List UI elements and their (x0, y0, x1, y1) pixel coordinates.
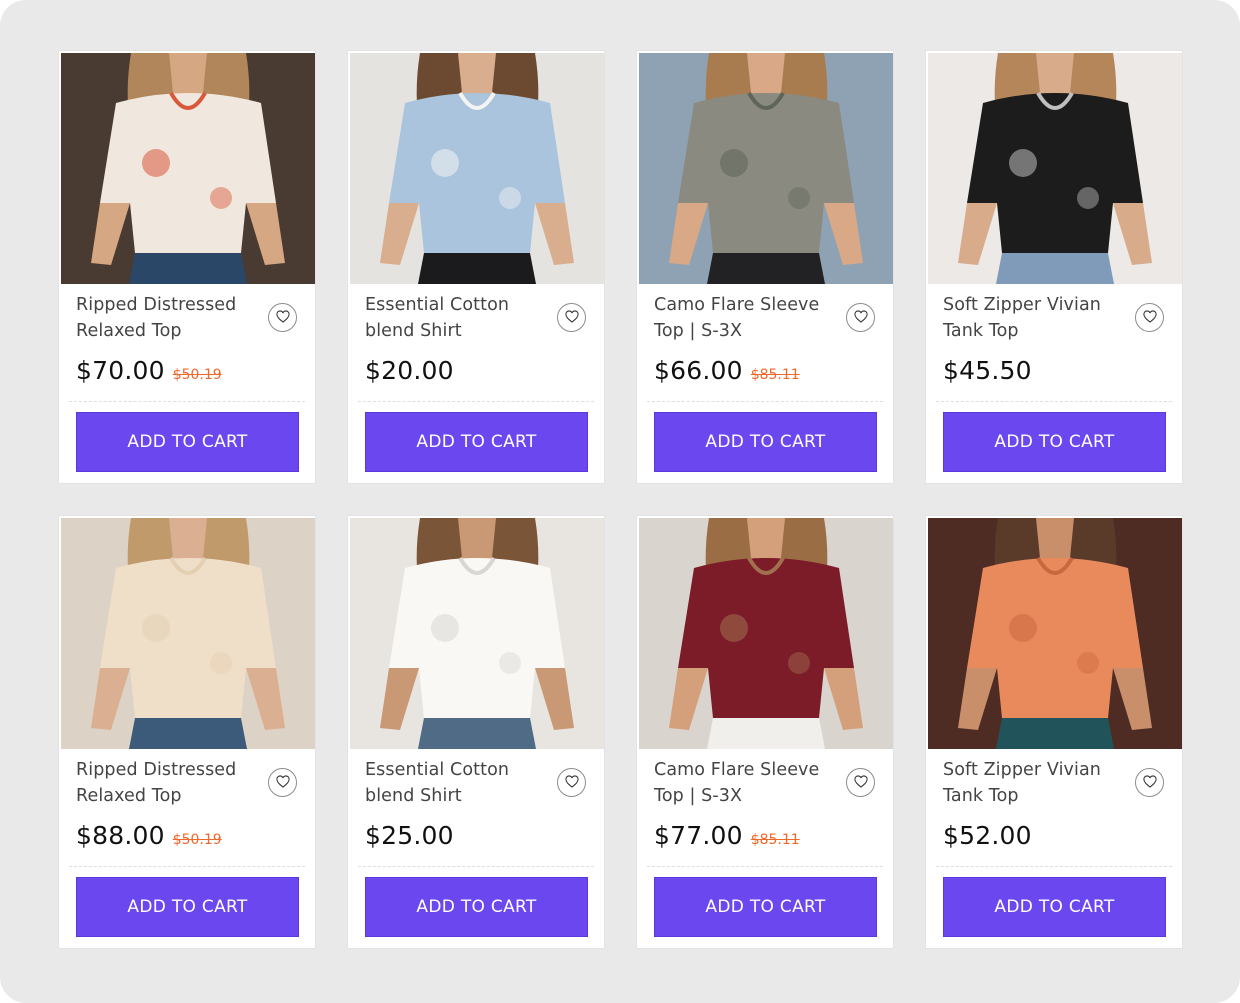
wishlist-button[interactable] (846, 303, 875, 332)
product-price: $70.00 (76, 356, 165, 385)
camo-top-photo[interactable] (639, 53, 893, 284)
heart-icon (564, 773, 579, 792)
product-card[interactable]: Soft Zipper Vivian Tank Top $45.50 ADD T… (925, 50, 1183, 484)
denim-shirt-photo[interactable] (350, 53, 604, 284)
price-row: $45.50 (943, 356, 1040, 390)
wishlist-button[interactable] (1135, 768, 1164, 797)
product-price: $45.50 (943, 356, 1032, 385)
black-tank-photo[interactable] (928, 53, 1182, 284)
wishlist-button[interactable] (557, 768, 586, 797)
price-row: $70.00 $50.19 (76, 356, 222, 390)
divider (936, 401, 1172, 402)
add-to-cart-button[interactable]: ADD TO CART (76, 877, 299, 937)
wishlist-button[interactable] (1135, 303, 1164, 332)
orange-shirt-photo[interactable] (928, 518, 1182, 749)
add-to-cart-button[interactable]: ADD TO CART (943, 412, 1166, 472)
page-background: Ripped Distressed Relaxed Top $70.00 $50… (0, 0, 1240, 1003)
wishlist-button[interactable] (268, 303, 297, 332)
divider (358, 401, 594, 402)
product-title[interactable]: Ripped Distressed Relaxed Top (76, 757, 248, 809)
product-card[interactable]: Ripped Distressed Relaxed Top $70.00 $50… (58, 50, 316, 484)
add-to-cart-button[interactable]: ADD TO CART (654, 877, 877, 937)
add-to-cart-button[interactable]: ADD TO CART (365, 412, 588, 472)
original-price: $85.11 (750, 367, 800, 383)
product-card[interactable]: Ripped Distressed Relaxed Top $88.00 $50… (58, 515, 316, 949)
wishlist-button[interactable] (268, 768, 297, 797)
burgundy-tunic-photo[interactable] (639, 518, 893, 749)
product-price: $88.00 (76, 821, 165, 850)
product-title[interactable]: Essential Cotton blend Shirt (365, 292, 537, 344)
product-card[interactable]: Essential Cotton blend Shirt $25.00 ADD … (347, 515, 605, 949)
floral-blouse-photo[interactable] (61, 53, 315, 284)
add-to-cart-button[interactable]: ADD TO CART (76, 412, 299, 472)
product-title[interactable]: Ripped Distressed Relaxed Top (76, 292, 248, 344)
product-title[interactable]: Essential Cotton blend Shirt (365, 757, 537, 809)
cream-blouse-photo[interactable] (61, 518, 315, 749)
product-card[interactable]: Camo Flare Sleeve Top | S-3X $66.00 $85.… (636, 50, 894, 484)
price-row: $77.00 $85.11 (654, 821, 800, 855)
original-price: $85.11 (750, 832, 800, 848)
heart-icon (853, 773, 868, 792)
add-to-cart-button[interactable]: ADD TO CART (654, 412, 877, 472)
heart-icon (275, 308, 290, 327)
price-row: $66.00 $85.11 (654, 356, 800, 390)
product-price: $66.00 (654, 356, 743, 385)
heart-icon (1142, 773, 1157, 792)
add-to-cart-button[interactable]: ADD TO CART (365, 877, 588, 937)
add-to-cart-button[interactable]: ADD TO CART (943, 877, 1166, 937)
product-title[interactable]: Camo Flare Sleeve Top | S-3X (654, 757, 826, 809)
white-cami-photo[interactable] (350, 518, 604, 749)
original-price: $50.19 (172, 832, 222, 848)
wishlist-button[interactable] (846, 768, 875, 797)
heart-icon (853, 308, 868, 327)
product-card[interactable]: Soft Zipper Vivian Tank Top $52.00 ADD T… (925, 515, 1183, 949)
price-row: $52.00 (943, 821, 1040, 855)
wishlist-button[interactable] (557, 303, 586, 332)
divider (647, 401, 883, 402)
divider (358, 866, 594, 867)
price-row: $25.00 (365, 821, 462, 855)
price-row: $88.00 $50.19 (76, 821, 222, 855)
heart-icon (564, 308, 579, 327)
heart-icon (1142, 308, 1157, 327)
divider (936, 866, 1172, 867)
divider (69, 401, 305, 402)
product-grid: Ripped Distressed Relaxed Top $70.00 $50… (58, 50, 1183, 949)
product-price: $20.00 (365, 356, 454, 385)
price-row: $20.00 (365, 356, 462, 390)
product-title[interactable]: Camo Flare Sleeve Top | S-3X (654, 292, 826, 344)
product-price: $52.00 (943, 821, 1032, 850)
divider (69, 866, 305, 867)
original-price: $50.19 (172, 367, 222, 383)
product-price: $25.00 (365, 821, 454, 850)
product-title[interactable]: Soft Zipper Vivian Tank Top (943, 757, 1115, 809)
product-title[interactable]: Soft Zipper Vivian Tank Top (943, 292, 1115, 344)
product-card[interactable]: Camo Flare Sleeve Top | S-3X $77.00 $85.… (636, 515, 894, 949)
product-price: $77.00 (654, 821, 743, 850)
product-card[interactable]: Essential Cotton blend Shirt $20.00 ADD … (347, 50, 605, 484)
divider (647, 866, 883, 867)
heart-icon (275, 773, 290, 792)
